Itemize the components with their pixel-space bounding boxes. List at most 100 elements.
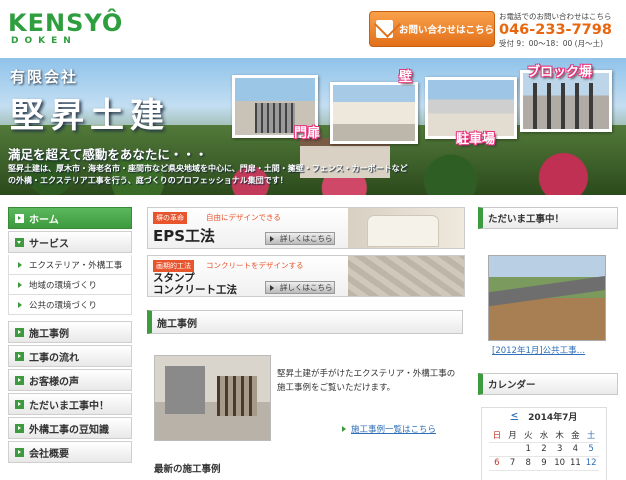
calendar-day: 7 [504, 456, 521, 471]
hero-tagline: 満足を超えて感動をあなたに・・・ [8, 147, 208, 162]
sidebar-subitem-local[interactable]: 地域の環境づくり [8, 275, 132, 295]
latest-cases-heading: 最新の施工事例 [154, 464, 221, 475]
mail-icon [376, 20, 393, 38]
sidebar-item-home[interactable]: ホーム [8, 207, 132, 229]
banner-title: EPS工法 [153, 227, 216, 245]
weekday-tue: 火 [520, 428, 537, 443]
contact-button[interactable]: お問い合わせはこちら [369, 11, 495, 47]
arrow-right-icon [15, 351, 24, 361]
banner-title-line2: コンクリート工法 [153, 284, 237, 296]
calendar-day: 4 [567, 442, 584, 457]
hero-banner: 有限会社 堅昇土建 門扉 壁 駐車場 ブロック塀 満足を超えて感動をあなたに・・… [0, 58, 626, 195]
sidebar-subitem-label: 公共の環境づくり [29, 300, 98, 311]
weekday-fri: 金 [567, 428, 584, 443]
phone-contact: お電話でのお問い合わせはこちら 046-233-7798 受付 9：00〜18：… [499, 11, 617, 49]
triangle-right-icon [270, 235, 277, 242]
calendar-month: 2014年7月 [528, 412, 578, 423]
stamp-concrete-banner[interactable]: 画期的工法 コンクリートをデザインする スタンプ コンクリート工法 詳しくはこちら [147, 255, 465, 297]
weekday-wed: 水 [536, 428, 552, 443]
contact-button-label: お問い合わせはこちら [398, 25, 494, 36]
sidebar-item-label: サービス [29, 238, 69, 250]
arrow-right-icon [15, 399, 24, 409]
company-name: 堅昇土建 [10, 96, 170, 136]
ongoing-photo[interactable] [488, 255, 606, 341]
sidebar-item-label: お客様の声 [29, 376, 79, 388]
weekday-thu: 木 [551, 428, 568, 443]
sidebar-item-flow[interactable]: 工事の流れ [8, 345, 132, 367]
logo-subtext: DOKEN [11, 36, 77, 46]
calendar-day [489, 442, 505, 457]
calendar-day: 2 [536, 442, 552, 457]
caption-gate: 門扉 [294, 126, 321, 141]
calendar-week-row: 6 7 8 9 10 11 12 [489, 456, 599, 471]
site-header: KENSYÔ DOKEN お問い合わせはこちら お電話でのお問い合わせはこちら … [0, 0, 626, 58]
cases-heading: 施工事例 [147, 310, 463, 334]
calendar-heading-text: カレンダー [488, 380, 536, 391]
calendar-day: 11 [567, 456, 584, 471]
calendar-table: 日 月 火 水 木 金 土 1 2 3 4 5 6 7 8 9 10 11 12 [489, 428, 599, 471]
caption-block-wall: ブロック塀 [527, 65, 593, 80]
cases-description: 堅昇土建が手がけたエクステリア・外構工事の施工事例をご覧いただけます。 [277, 369, 456, 393]
banner-subtitle: コンクリートをデザインする [206, 261, 304, 270]
calendar: < 2014年7月 日 月 火 水 木 金 土 1 2 3 4 5 6 7 8 … [481, 407, 607, 480]
arrow-right-icon [15, 327, 24, 337]
calendar-heading: カレンダー [478, 373, 618, 395]
weekday-mon: 月 [504, 428, 521, 443]
weekday-sun: 日 [489, 428, 505, 443]
company-type: 有限会社 [10, 68, 79, 86]
calendar-prev-link[interactable]: < [511, 411, 519, 421]
arrow-right-icon [15, 375, 24, 385]
calendar-day: 10 [551, 456, 568, 471]
calendar-week-row: 1 2 3 4 5 [489, 442, 599, 457]
sidebar-item-ongoing[interactable]: ただいま工事中！ [8, 393, 132, 415]
triangle-right-icon [18, 281, 25, 288]
caption-wall: 壁 [399, 70, 413, 85]
triangle-right-icon [342, 426, 349, 432]
arrow-down-icon [15, 237, 24, 247]
stamp-concrete-image [348, 256, 464, 296]
sidebar-item-label: 施工事例 [29, 328, 69, 340]
calendar-day [504, 442, 521, 457]
arrow-right-icon [15, 213, 24, 223]
cases-heading-text: 施工事例 [157, 318, 197, 330]
phone-note: お電話でのお問い合わせはこちら [499, 12, 612, 21]
eps-details-button[interactable]: 詳しくはこちら [265, 232, 335, 245]
sidebar-item-cases[interactable]: 施工事例 [8, 321, 132, 343]
calendar-day: 8 [520, 456, 537, 471]
triangle-right-icon [18, 261, 25, 268]
stamp-details-button[interactable]: 詳しくはこちら [265, 281, 335, 294]
sidebar-item-service[interactable]: サービス [8, 231, 132, 253]
eps-banner[interactable]: 塀の革命 自由にデザインできる EPS工法 詳しくはこちら [147, 207, 465, 249]
logo-text: KENSYÔ [8, 9, 124, 37]
calendar-weekdays: 日 月 火 水 木 金 土 [489, 428, 599, 443]
ongoing-heading-text: ただいま工事中！ [488, 214, 565, 225]
sidebar-item-company[interactable]: 会社概要 [8, 441, 132, 463]
cases-list-link[interactable]: 施工事例一覧はこちら [342, 423, 436, 435]
calendar-day: 9 [536, 456, 552, 471]
sidebar-item-label: 会社概要 [29, 448, 69, 460]
banner-tag: 塀の革命 [153, 212, 187, 224]
cases-list-link-label: 施工事例一覧はこちら [351, 425, 437, 435]
caption-parking: 駐車場 [456, 132, 496, 147]
sidebar-subitem-label: 地域の環境づくり [29, 280, 98, 291]
weekday-sat: 土 [583, 428, 599, 443]
sidebar-subitem-public[interactable]: 公共の環境づくり [8, 295, 132, 315]
banner-subtitle: 自由にデザインできる [206, 213, 281, 222]
banner-tag: 画期的工法 [153, 260, 194, 272]
triangle-right-icon [270, 284, 277, 291]
sidebar-item-tips[interactable]: 外構工事の豆知識 [8, 417, 132, 439]
right-sidebar: ただいま工事中！ [2012年1月]公共工事… カレンダー < 2014年7月 … [478, 207, 618, 480]
sidebar-subitem-exterior[interactable]: エクステリア・外構工事 [8, 255, 132, 275]
phone-number[interactable]: 046-233-7798 [499, 22, 617, 38]
calendar-header: < 2014年7月 [482, 408, 606, 424]
sidebar-item-label: 外構工事の豆知識 [29, 424, 109, 436]
triangle-right-icon [18, 301, 25, 308]
sidebar-item-label: ホーム [29, 214, 59, 226]
ongoing-link[interactable]: [2012年1月]公共工事… [492, 344, 585, 356]
sidebar-item-voices[interactable]: お客様の声 [8, 369, 132, 391]
case-photo[interactable] [154, 355, 271, 441]
photo-wall [330, 82, 418, 144]
ongoing-heading: ただいま工事中！ [478, 207, 618, 229]
button-label: 詳しくはこちら [280, 283, 333, 292]
site-logo[interactable]: KENSYÔ DOKEN [8, 9, 124, 50]
